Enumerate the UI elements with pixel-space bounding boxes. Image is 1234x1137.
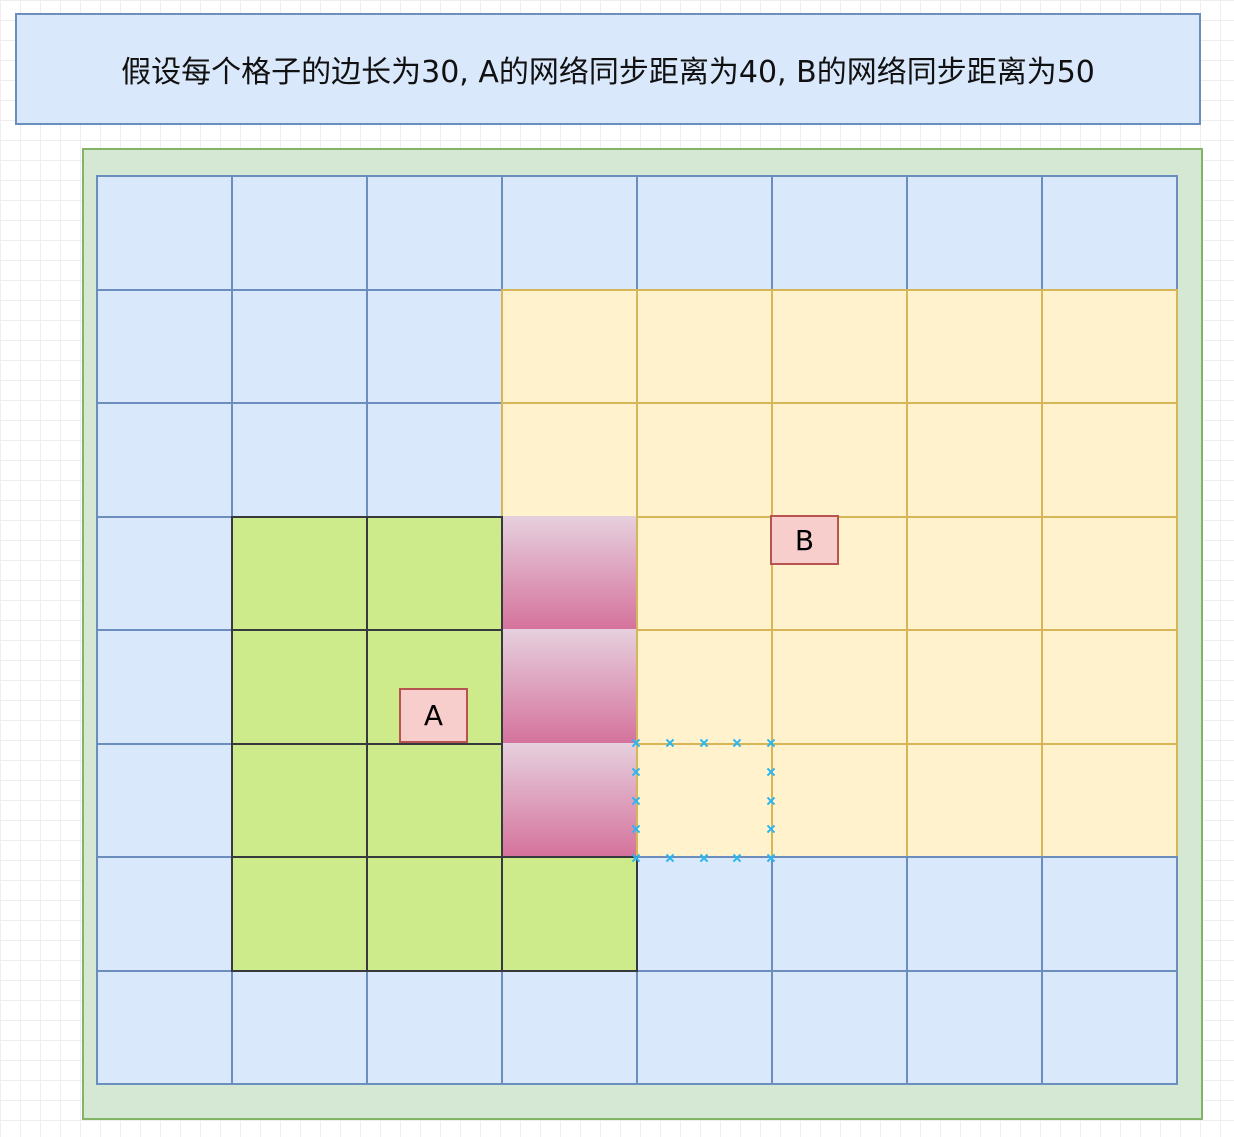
grid-cell-green xyxy=(231,856,368,972)
grid-cell-yellow xyxy=(771,629,908,745)
node-a[interactable]: A xyxy=(399,688,468,743)
node-a-label: A xyxy=(423,699,444,732)
selection-marker xyxy=(699,738,709,748)
header-text: 假设每个格子的边长为30, A的网络同步距离为40, B的网络同步距离为50 xyxy=(121,55,1095,90)
selection-marker xyxy=(631,796,641,806)
node-b[interactable]: B xyxy=(770,515,839,565)
grid-cell-yellow xyxy=(1041,743,1178,858)
grid-cell-blue xyxy=(366,970,503,1085)
grid-cell-blue xyxy=(96,516,233,631)
grid-cell-yellow xyxy=(636,629,773,745)
grid-cell-green xyxy=(366,516,503,631)
grid-cell-blue xyxy=(366,175,503,291)
grid-cell-blue xyxy=(96,175,233,291)
grid-cell-blue xyxy=(771,970,908,1085)
grid-cell-yellow xyxy=(1041,402,1178,518)
grid-cell-green xyxy=(231,516,368,631)
grid-cell-yellow xyxy=(636,289,773,404)
grid-cell-yellow xyxy=(906,289,1043,404)
grid-cell-blue xyxy=(501,970,638,1085)
grid-cell-blue xyxy=(1041,970,1178,1085)
grid-cell-yellow xyxy=(636,516,773,631)
grid-cell-pink xyxy=(501,516,637,629)
grid-cell-blue xyxy=(636,970,773,1085)
grid-cell-blue xyxy=(906,856,1043,972)
selection-marker xyxy=(766,767,776,777)
grid-cell-blue xyxy=(366,289,503,404)
grid-cell-yellow xyxy=(906,629,1043,745)
header-text-box: 假设每个格子的边长为30, A的网络同步距离为40, B的网络同步距离为50 xyxy=(15,13,1201,125)
grid-cell-yellow xyxy=(501,402,638,518)
grid-cell-green xyxy=(366,856,503,972)
selection-marker xyxy=(631,824,641,834)
grid-cell-blue xyxy=(96,970,233,1085)
selection-marker xyxy=(766,853,776,863)
grid-cell-yellow xyxy=(771,743,908,858)
selection-marker xyxy=(732,853,742,863)
grid-cell-yellow xyxy=(1041,516,1178,631)
grid-cell-yellow xyxy=(906,402,1043,518)
grid-cell-yellow xyxy=(906,743,1043,858)
grid-cell-blue xyxy=(366,402,503,518)
grid-cell-yellow xyxy=(771,289,908,404)
grid-cell-green xyxy=(366,743,503,858)
grid-cell-blue xyxy=(231,970,368,1085)
grid-cell-blue xyxy=(231,289,368,404)
grid-cell-blue xyxy=(96,743,233,858)
grid-cell-blue xyxy=(501,175,638,291)
selection-marker xyxy=(665,853,675,863)
grid-cell-blue xyxy=(636,175,773,291)
selection-marker xyxy=(631,853,641,863)
grid-cell-yellow xyxy=(1041,629,1178,745)
selection-marker xyxy=(732,738,742,748)
selection-outline[interactable] xyxy=(636,743,771,858)
grid-cell-yellow xyxy=(636,402,773,518)
grid-cell-blue xyxy=(96,289,233,404)
grid-cell-blue xyxy=(96,856,233,972)
grid-cell-blue xyxy=(771,856,908,972)
grid-cell-blue xyxy=(906,175,1043,291)
grid-cell-yellow xyxy=(501,289,638,404)
grid-cell-blue xyxy=(231,402,368,518)
grid-cell-blue xyxy=(771,175,908,291)
grid-cell-blue xyxy=(636,856,773,972)
grid-cell-blue xyxy=(231,175,368,291)
selection-marker xyxy=(631,767,641,777)
selection-marker xyxy=(665,738,675,748)
node-b-label: B xyxy=(794,523,815,557)
grid-cell-pink xyxy=(501,629,637,743)
grid-cell-yellow xyxy=(1041,289,1178,404)
grid-cell-blue xyxy=(1041,175,1178,291)
grid-cell-green xyxy=(501,856,638,972)
selection-marker xyxy=(766,796,776,806)
selection-marker xyxy=(766,738,776,748)
grid-cell-yellow xyxy=(906,516,1043,631)
selection-marker xyxy=(766,824,776,834)
grid-cell-yellow xyxy=(771,402,908,518)
grid-cell-blue xyxy=(906,970,1043,1085)
grid-cell-blue xyxy=(96,629,233,745)
grid-cell-pink xyxy=(501,743,637,856)
grid-cell-blue xyxy=(1041,856,1178,972)
grid-cell-green xyxy=(231,629,368,745)
selection-marker xyxy=(699,853,709,863)
grid-cell-green xyxy=(231,743,368,858)
grid-cell-blue xyxy=(96,402,233,518)
selection-marker xyxy=(631,738,641,748)
